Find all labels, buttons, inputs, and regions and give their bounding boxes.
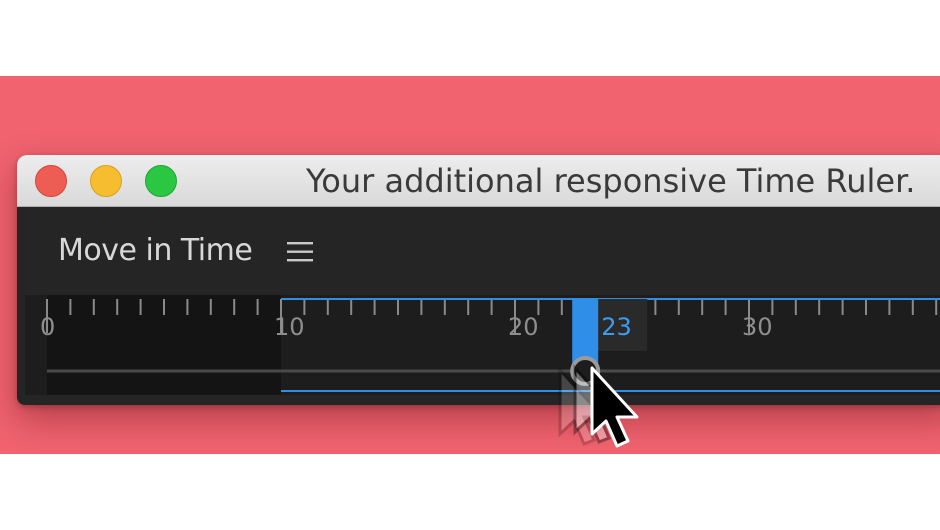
minimize-button[interactable]	[90, 165, 122, 197]
hamburger-menu-icon[interactable]	[287, 241, 313, 263]
title-bar: Your additional responsive Time Ruler.	[17, 155, 940, 207]
ruler-tick-label: 0	[40, 313, 55, 341]
ruler-tick-label: 30	[742, 313, 773, 341]
panel-header: Move in Time	[17, 207, 940, 295]
ruler-tick-label: 10	[274, 313, 305, 341]
zoom-button[interactable]	[145, 165, 177, 197]
window-title: Your additional responsive Time Ruler.	[306, 162, 916, 200]
app-window: Your additional responsive Time Ruler. M…	[17, 155, 940, 405]
close-button[interactable]	[35, 165, 67, 197]
scrub-handle	[570, 356, 601, 386]
current-time-label: 23	[601, 313, 632, 341]
panel-title: Move in Time	[58, 233, 253, 268]
time-ruler-graphic[interactable]: 0 10 20 30 23	[25, 295, 940, 395]
time-ruler[interactable]: 0 10 20 30 23	[25, 295, 940, 395]
ruler-tick-label: 20	[508, 313, 539, 341]
